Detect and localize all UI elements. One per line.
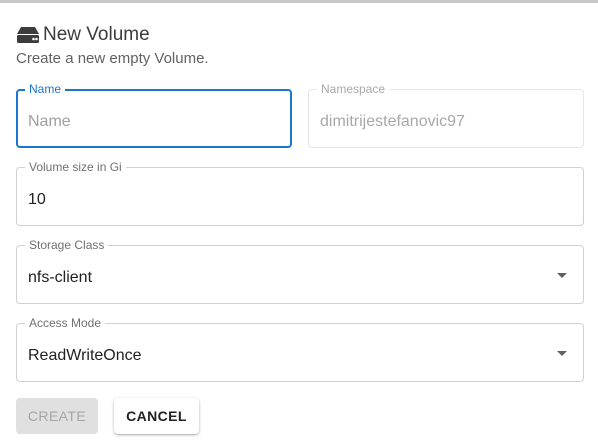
dialog-title: New Volume xyxy=(43,24,150,45)
name-field-label: Name xyxy=(25,82,66,96)
name-field[interactable]: Name xyxy=(16,82,292,148)
namespace-field: Namespace dimitrijestefanovic97 xyxy=(308,82,584,148)
namespace-field-label: Namespace xyxy=(317,82,390,96)
access-mode-value: ReadWriteOnce xyxy=(28,347,142,364)
dropdown-arrow-icon[interactable] xyxy=(557,351,567,356)
namespace-value: dimitrijestefanovic97 xyxy=(320,113,465,130)
volume-size-field-label: Volume size in Gi xyxy=(25,160,126,174)
volume-size-field[interactable]: Volume size in Gi 10 xyxy=(16,160,584,226)
name-input[interactable] xyxy=(28,112,258,132)
dialog-header: New Volume xyxy=(16,24,150,46)
hard-drive-icon xyxy=(16,26,40,44)
cancel-button[interactable]: CANCEL xyxy=(114,398,199,434)
storage-class-label: Storage Class xyxy=(25,238,109,252)
create-button[interactable]: CREATE xyxy=(16,398,98,434)
access-mode-select[interactable]: Access Mode ReadWriteOnce xyxy=(16,316,584,382)
storage-class-select[interactable]: Storage Class nfs-client xyxy=(16,238,584,304)
access-mode-label: Access Mode xyxy=(25,316,106,330)
dialog-top-edge xyxy=(0,0,598,3)
dialog-subtitle: Create a new empty Volume. xyxy=(16,50,209,67)
storage-class-value: nfs-client xyxy=(28,269,93,286)
volume-size-input[interactable]: 10 xyxy=(28,190,258,210)
dropdown-arrow-icon[interactable] xyxy=(557,273,567,278)
